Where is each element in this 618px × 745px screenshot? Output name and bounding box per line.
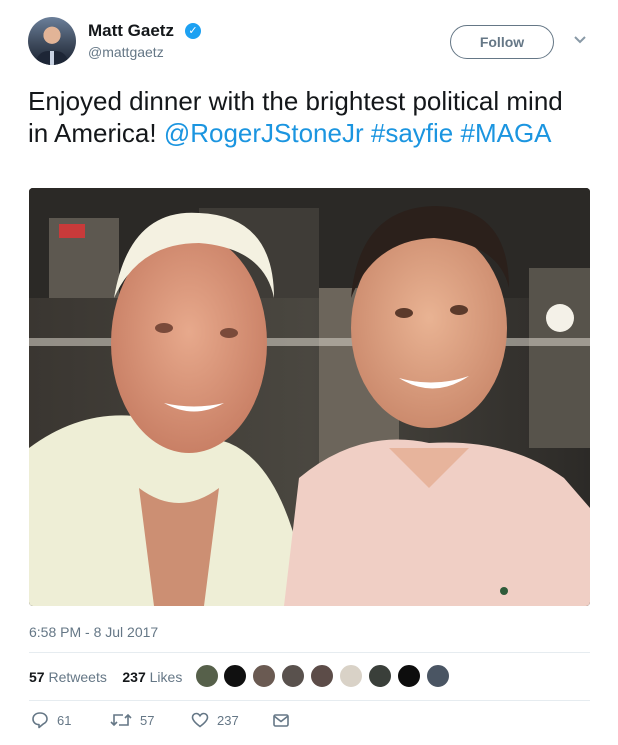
engagement-stats: 57 Retweets 237 Likes — [29, 669, 182, 685]
retweet-icon — [110, 713, 132, 727]
liker-avatar[interactable] — [310, 664, 334, 688]
avatar-tie — [50, 51, 54, 65]
reply-button[interactable]: 61 — [31, 711, 71, 729]
liker-avatar[interactable] — [195, 664, 219, 688]
like-icon — [191, 712, 209, 728]
like-button[interactable]: 237 — [191, 711, 239, 729]
retweet-count: 57 — [140, 712, 155, 728]
liker-avatar[interactable] — [281, 664, 305, 688]
caret-down-icon[interactable] — [572, 34, 588, 46]
verified-badge-icon: ✓ — [185, 23, 201, 39]
author-avatar[interactable] — [28, 17, 76, 65]
likes-stat[interactable]: 237 Likes — [122, 669, 182, 685]
mention-link[interactable]: @RogerJStoneJr — [164, 118, 364, 148]
hashtag-link[interactable]: #MAGA — [461, 118, 552, 148]
author-name[interactable]: Matt Gaetz — [88, 21, 174, 41]
like-count: 237 — [217, 712, 239, 728]
retweets-stat[interactable]: 57 Retweets — [29, 669, 107, 685]
divider — [29, 700, 590, 701]
author-handle[interactable]: @mattgaetz — [88, 44, 164, 60]
liker-avatar[interactable] — [426, 664, 450, 688]
reply-icon — [32, 712, 48, 729]
liker-avatar[interactable] — [223, 664, 247, 688]
follow-button[interactable]: Follow — [450, 25, 554, 59]
direct-message-button[interactable] — [272, 711, 298, 729]
retweet-button[interactable]: 57 — [110, 711, 154, 729]
liker-avatar[interactable] — [368, 664, 392, 688]
liker-avatar[interactable] — [397, 664, 421, 688]
liker-avatar[interactable] — [339, 664, 363, 688]
tweet-photo[interactable] — [29, 188, 590, 606]
direct-message-icon — [273, 714, 289, 727]
photo-illustration — [29, 188, 590, 606]
hashtag-link[interactable]: #sayfie — [371, 118, 453, 148]
reply-count: 61 — [57, 712, 72, 728]
tweet-text: Enjoyed dinner with the brightest politi… — [28, 85, 590, 149]
tweet-timestamp[interactable]: 6:58 PM - 8 Jul 2017 — [29, 624, 158, 640]
divider — [29, 652, 590, 653]
liker-avatar[interactable] — [252, 664, 276, 688]
